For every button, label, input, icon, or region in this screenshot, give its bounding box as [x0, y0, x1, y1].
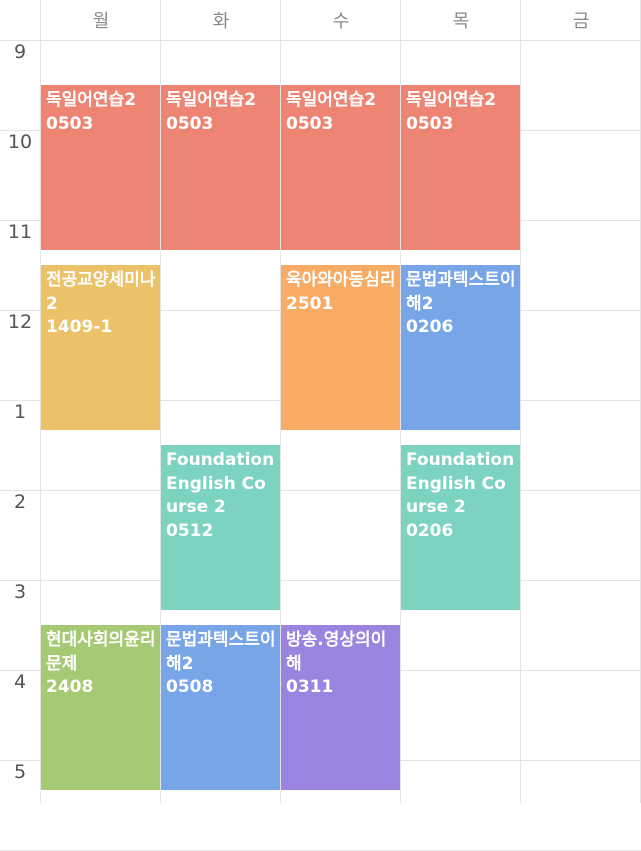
- hour-label: 5: [13, 761, 27, 783]
- grid-row-divider: [0, 40, 641, 41]
- hour-label: 2: [13, 491, 27, 513]
- class-block[interactable]: Foundation English Course 2 0512: [161, 445, 280, 610]
- class-room: 0512: [166, 520, 214, 541]
- class-title: 방송.영상의이해: [286, 630, 387, 674]
- class-room: 0311: [286, 677, 334, 697]
- day-header: 목: [452, 11, 470, 32]
- class-room: 0503: [406, 113, 454, 134]
- class-block[interactable]: Foundation English Course 2 0206: [401, 445, 520, 610]
- class-title: 전공교양세미나2: [46, 270, 156, 314]
- class-room: 0503: [166, 113, 214, 134]
- class-block[interactable]: 현대사회의윤리문제 2408: [41, 625, 160, 790]
- day-header: 월: [92, 11, 110, 32]
- class-title: Foundation English Course 2: [166, 450, 275, 517]
- class-block[interactable]: 독일어연습2 0503: [401, 85, 520, 250]
- class-room: 0503: [286, 113, 334, 134]
- class-block[interactable]: 육아와아동심리 2501: [281, 265, 400, 430]
- day-header: 수: [332, 11, 350, 32]
- class-room: 0206: [406, 520, 454, 541]
- day-header: 금: [572, 11, 590, 32]
- class-title: 독일어연습2: [406, 90, 497, 110]
- grid-row-divider: [0, 580, 641, 581]
- hour-label: 4: [13, 671, 27, 693]
- class-block[interactable]: 독일어연습2 0503: [161, 85, 280, 250]
- class-room: 1409-1: [46, 317, 113, 337]
- grid-column-divider: [520, 0, 521, 803]
- class-room: 0508: [166, 677, 214, 697]
- class-block[interactable]: 독일어연습2 0503: [41, 85, 160, 250]
- class-title: 현대사회의윤리문제: [46, 630, 156, 674]
- class-title: Foundation English Course 2: [406, 450, 515, 517]
- class-room: 2501: [286, 293, 334, 314]
- hour-label: 1: [13, 401, 27, 423]
- timetable-grid: 월 화 수 목 금 9 10 11 12 1 2 3 4 5 독일어연습2 0503 독일어연습2 0503 독일어…: [0, 0, 641, 851]
- hour-label: 3: [13, 581, 27, 603]
- class-block[interactable]: 문법과텍스트이해2 0206: [401, 265, 520, 430]
- class-title: 독일어연습2: [286, 90, 377, 110]
- class-room: 0206: [406, 317, 454, 337]
- class-block[interactable]: 방송.영상의이해 0311: [281, 625, 400, 790]
- class-block[interactable]: 문법과텍스트이해2 0508: [161, 625, 280, 790]
- hour-label: 11: [7, 221, 33, 243]
- hour-label: 9: [13, 41, 27, 63]
- hour-label: 10: [7, 131, 33, 153]
- class-block[interactable]: 독일어연습2 0503: [281, 85, 400, 250]
- hour-label: 12: [7, 311, 33, 333]
- class-title: 문법과텍스트이해2: [406, 270, 516, 314]
- class-room: 0503: [46, 113, 94, 134]
- class-block[interactable]: 전공교양세미나2 1409-1: [41, 265, 160, 430]
- class-title: 독일어연습2: [46, 90, 137, 110]
- day-header: 화: [212, 11, 230, 32]
- class-title: 독일어연습2: [166, 90, 257, 110]
- class-title: 문법과텍스트이해2: [166, 630, 276, 674]
- grid-row-divider: [0, 490, 641, 491]
- class-title: 육아와아동심리: [286, 270, 396, 290]
- class-room: 2408: [46, 677, 94, 697]
